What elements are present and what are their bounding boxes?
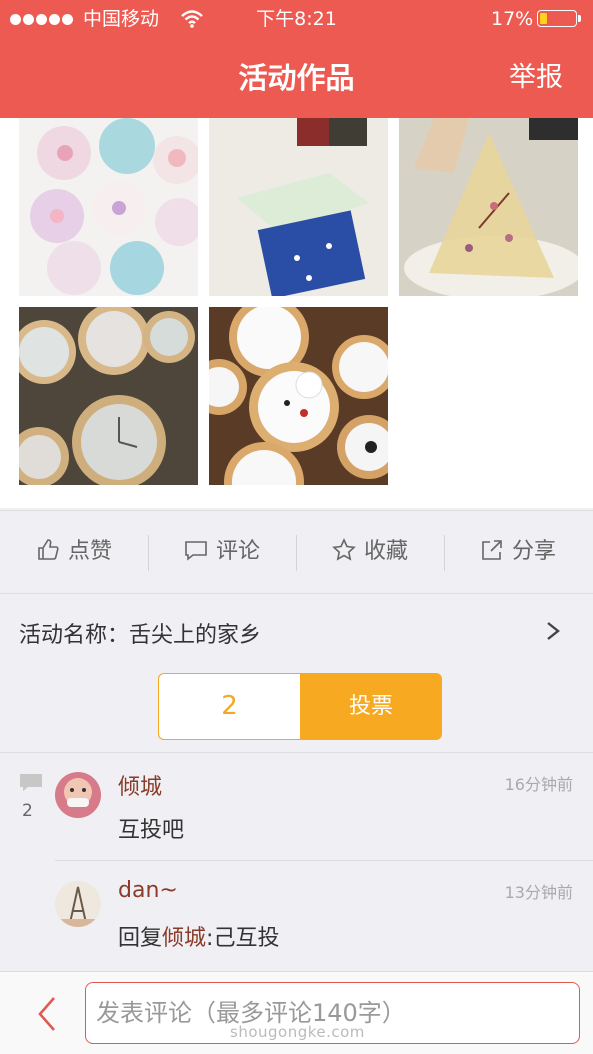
share-button[interactable]: 分享 bbox=[444, 511, 592, 595]
comment-input-bar bbox=[0, 971, 593, 1054]
jelly-dessert-image bbox=[209, 118, 388, 296]
reply-body: :己互投 bbox=[206, 926, 280, 951]
vote-button[interactable]: 投票 bbox=[300, 673, 442, 740]
reply-text: 回复倾城:己互投 bbox=[118, 920, 279, 952]
share-icon bbox=[482, 540, 502, 560]
comment-text: 互投吧 bbox=[118, 818, 185, 843]
report-button[interactable]: 举报 bbox=[509, 58, 563, 98]
comment-username[interactable]: 倾城 bbox=[118, 769, 162, 801]
comment-divider bbox=[55, 860, 593, 861]
snowman-cookies-image bbox=[209, 307, 388, 485]
pyramid-jelly-image bbox=[399, 118, 578, 296]
status-bar: 中国移动 下午8:21 17% bbox=[0, 0, 593, 38]
photo-pyramid-jelly[interactable] bbox=[399, 118, 578, 296]
back-chevron-icon[interactable] bbox=[34, 994, 60, 1034]
event-row[interactable]: 活动名称：舌尖上的家乡 bbox=[0, 595, 593, 671]
thumbs-up-icon bbox=[38, 539, 59, 560]
reply-time: 13分钟前 bbox=[504, 883, 573, 902]
comment-section: 2 倾城 16分钟前 互投吧 dan~ 13分钟前 回复倾城:己互投 bbox=[0, 752, 593, 971]
photo-clock-cookies[interactable] bbox=[19, 307, 198, 485]
photo-snowman-cookies[interactable] bbox=[209, 307, 388, 485]
comment-time: 16分钟前 bbox=[504, 775, 573, 794]
comment-icon bbox=[185, 541, 207, 561]
watermark: shougongke.com bbox=[230, 1023, 365, 1041]
chevron-right-icon bbox=[547, 622, 560, 640]
like-label: 点赞 bbox=[67, 539, 112, 564]
vote-control: 2 投票 bbox=[158, 673, 442, 740]
photo-cupcakes[interactable] bbox=[19, 118, 198, 296]
top-bar: 中国移动 下午8:21 17% 活动作品 举报 bbox=[0, 0, 593, 118]
reply-prefix: 回复 bbox=[118, 926, 163, 951]
cupcakes-image bbox=[30, 118, 198, 295]
avatar[interactable] bbox=[55, 881, 101, 927]
comment-count-icon bbox=[20, 774, 42, 791]
share-label: 分享 bbox=[511, 539, 556, 564]
avatar[interactable] bbox=[55, 772, 101, 818]
favorite-button[interactable]: 收藏 bbox=[296, 511, 444, 595]
vote-count: 2 bbox=[158, 673, 300, 740]
comment-label: 评论 bbox=[215, 539, 260, 564]
event-name: 活动名称：舌尖上的家乡 bbox=[19, 623, 262, 648]
reply-target[interactable]: 倾城 bbox=[162, 926, 206, 951]
action-bar: 点赞 评论 收藏 分享 bbox=[0, 510, 593, 594]
page-title: 活动作品 bbox=[238, 61, 355, 95]
star-icon bbox=[332, 538, 356, 561]
favorite-label: 收藏 bbox=[363, 539, 408, 564]
clock-cookies-image bbox=[19, 307, 198, 485]
photo-gallery bbox=[0, 118, 593, 508]
photo-jelly-dessert[interactable] bbox=[209, 118, 388, 296]
battery-percent: 17% bbox=[491, 8, 534, 30]
comment-count: 2 bbox=[22, 801, 33, 821]
like-button[interactable]: 点赞 bbox=[0, 511, 148, 595]
battery-icon bbox=[537, 10, 581, 27]
comment-button[interactable]: 评论 bbox=[148, 511, 296, 595]
reply-username[interactable]: dan~ bbox=[118, 878, 178, 903]
